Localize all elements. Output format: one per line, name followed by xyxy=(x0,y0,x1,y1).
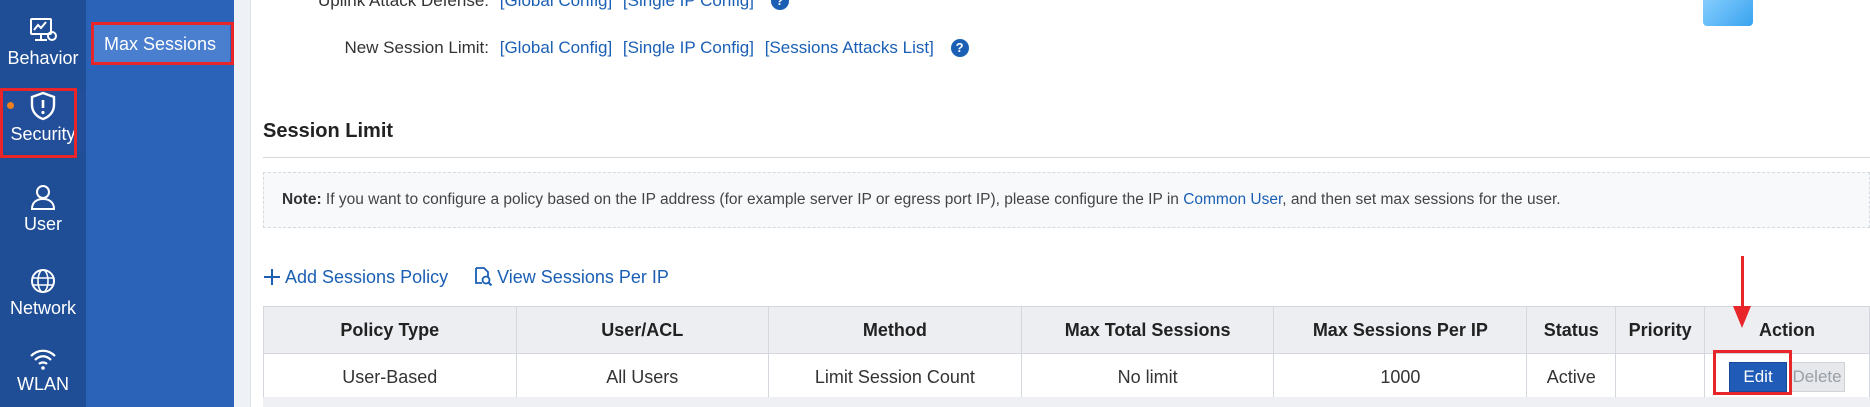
table-actions: Add Sessions Policy View Sessions Per IP xyxy=(263,266,689,291)
rail-item-label: Behavior xyxy=(7,48,79,68)
annotation-arrow xyxy=(1741,256,1744,308)
column-header-method[interactable]: Method xyxy=(768,306,1022,354)
view-sessions-per-ip-label: View Sessions Per IP xyxy=(497,267,669,287)
column-header-action: Action xyxy=(1704,306,1870,354)
cell-policy-type: User-Based xyxy=(263,353,517,401)
session-single-ip-config-link[interactable]: [Single IP Config] xyxy=(623,38,754,57)
add-sessions-policy-button[interactable]: Add Sessions Policy xyxy=(263,267,453,287)
rail-item-label: Network xyxy=(9,298,76,318)
wifi-icon xyxy=(0,346,86,372)
column-header-max-sessions-per-ip[interactable]: Max Sessions Per IP xyxy=(1273,306,1528,354)
session-limit-table: Policy Type User/ACL Method Max Total Se… xyxy=(263,306,1870,401)
main-content: Uplink Attack Defense: [Global Config] [… xyxy=(251,0,1870,407)
help-icon[interactable]: ? xyxy=(770,0,789,10)
section-title: Session Limit xyxy=(263,120,394,142)
annotation-arrow-head xyxy=(1733,306,1751,328)
cell-max-sessions-per-ip: 1000 xyxy=(1273,353,1528,401)
rail-item-wlan[interactable]: WLAN xyxy=(0,346,86,406)
rail-item-label: User xyxy=(23,214,62,234)
uplink-attack-defense-row: Uplink Attack Defense: [Global Config] [… xyxy=(251,0,789,11)
column-header-priority[interactable]: Priority xyxy=(1615,306,1706,354)
document-search-icon xyxy=(473,266,493,291)
note-prefix: Note: xyxy=(282,191,322,208)
highlight-box-security xyxy=(0,88,77,158)
uplink-attack-defense-label: Uplink Attack Defense: xyxy=(317,0,489,10)
note-box: Note: If you want to configure a policy … xyxy=(263,172,1870,228)
help-icon[interactable]: ? xyxy=(950,39,969,57)
table-header-row: Policy Type User/ACL Method Max Total Se… xyxy=(263,306,1870,354)
decorative-cube-image xyxy=(1703,0,1753,26)
rail-item-behavior[interactable]: Behavior xyxy=(0,16,86,78)
sessions-attacks-list-link[interactable]: [Sessions Attacks List] xyxy=(765,38,934,57)
highlight-box-edit xyxy=(1713,350,1792,395)
rail-item-user[interactable]: User xyxy=(0,182,86,242)
view-sessions-per-ip-button[interactable]: View Sessions Per IP xyxy=(473,267,669,287)
panel-divider xyxy=(234,0,251,407)
new-session-limit-label: New Session Limit: xyxy=(344,38,489,57)
cell-priority xyxy=(1615,353,1706,401)
cell-status: Active xyxy=(1526,353,1617,401)
section-divider xyxy=(263,157,1870,158)
cell-method: Limit Session Count xyxy=(768,353,1022,401)
common-user-link[interactable]: Common User xyxy=(1183,191,1282,208)
user-icon xyxy=(0,182,86,212)
add-sessions-policy-label: Add Sessions Policy xyxy=(285,267,449,287)
column-header-max-total-sessions[interactable]: Max Total Sessions xyxy=(1020,306,1275,354)
table-bottom-band xyxy=(263,397,1870,407)
session-global-config-link[interactable]: [Global Config] xyxy=(500,38,612,57)
rail-item-network[interactable]: Network xyxy=(0,266,86,328)
cell-user-acl: All Users xyxy=(515,353,770,401)
rail-item-label: WLAN xyxy=(16,374,69,394)
note-text-before: If you want to configure a policy based … xyxy=(321,191,1184,208)
column-header-policy-type[interactable]: Policy Type xyxy=(263,306,517,354)
uplink-global-config-link[interactable]: [Global Config] xyxy=(500,0,612,10)
table-row: User-Based All Users Limit Session Count… xyxy=(263,353,1870,401)
nav-rail: Behavior Security User Network WLAN xyxy=(0,0,86,407)
highlight-box-max-sessions xyxy=(91,22,234,65)
column-header-user-acl[interactable]: User/ACL xyxy=(515,306,770,354)
plus-icon xyxy=(263,268,281,291)
cell-max-total-sessions: No limit xyxy=(1020,353,1275,401)
network-globe-icon xyxy=(0,266,86,296)
uplink-single-ip-config-link[interactable]: [Single IP Config] xyxy=(623,0,754,10)
column-header-status[interactable]: Status xyxy=(1526,306,1617,354)
behavior-monitor-icon xyxy=(0,16,86,46)
delete-button[interactable]: Delete xyxy=(1789,362,1846,392)
note-text-after: , and then set max sessions for the user… xyxy=(1282,191,1561,208)
new-session-limit-row: New Session Limit: [Global Config] [Sing… xyxy=(251,38,969,58)
